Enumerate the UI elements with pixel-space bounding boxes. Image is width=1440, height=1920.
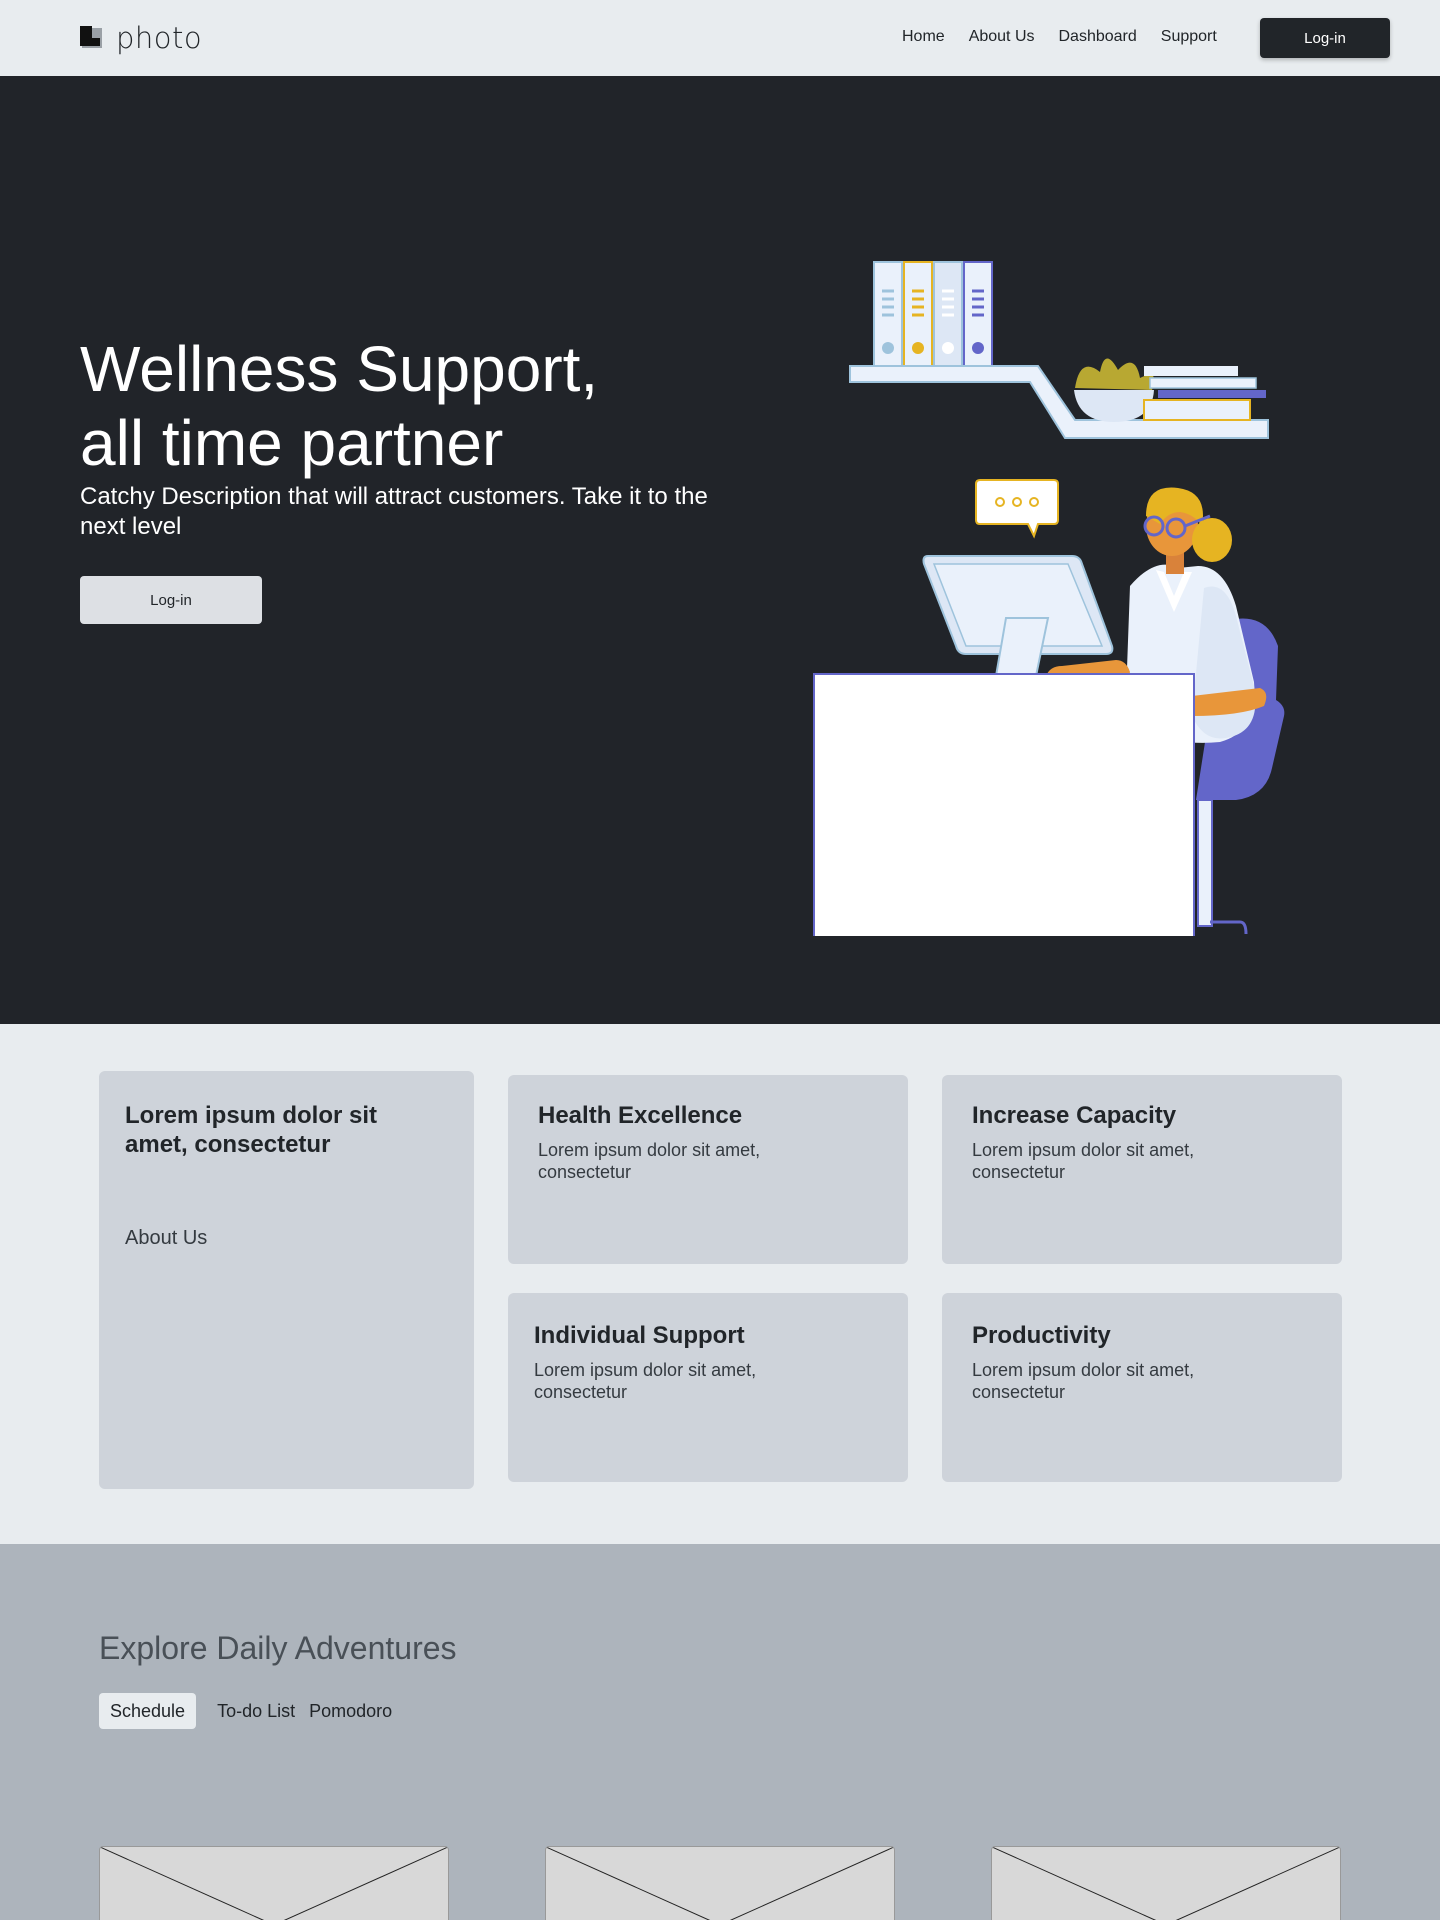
- nav-link-home[interactable]: Home: [902, 28, 945, 46]
- feature-card-text: Lorem ipsum dolor sit amet, consectetur: [972, 1360, 1195, 1402]
- nav-login-button[interactable]: Log-in: [1260, 18, 1390, 58]
- feature-card-text: Lorem ipsum dolor sit amet, consectetur: [534, 1360, 757, 1402]
- hero-description: Catchy Description that will attract cus…: [80, 483, 708, 540]
- image-placeholder: [99, 1846, 449, 1920]
- top-nav: photo Home About Us Dashboard Support Lo…: [0, 0, 1440, 76]
- hero-title-line1: Wellness Support,: [80, 333, 599, 405]
- intro-card-title: Lorem ipsum dolor sit amet, consectetur: [125, 1102, 378, 1158]
- hero-title: Wellness Support, all time partner: [80, 332, 700, 480]
- image-placeholder: [991, 1846, 1341, 1920]
- feature-card-productivity[interactable]: Productivity Lorem ipsum dolor sit amet,…: [942, 1293, 1342, 1482]
- tab-to-do-list[interactable]: To-do List: [210, 1693, 302, 1729]
- binders-icon: [873, 261, 993, 367]
- hero-login-button[interactable]: Log-in: [80, 576, 262, 624]
- tab-schedule[interactable]: Schedule: [99, 1693, 197, 1729]
- tab-pomodoro[interactable]: Pomodoro: [302, 1693, 399, 1729]
- feature-card-text: Lorem ipsum dolor sit amet, consectetur: [972, 1140, 1195, 1182]
- explore-section: Explore Daily Adventures Schedule To-do …: [0, 1544, 1440, 1920]
- feature-card-title: Increase Capacity: [972, 1102, 1177, 1129]
- desk-icon: [813, 673, 1195, 936]
- explore-title: Explore Daily Adventures: [99, 1630, 457, 1666]
- feature-card-increase-capacity[interactable]: Increase Capacity Lorem ipsum dolor sit …: [942, 1075, 1342, 1264]
- nav-link-support[interactable]: Support: [1161, 28, 1217, 46]
- explore-tabs: Schedule To-do List Pomodoro: [99, 1693, 399, 1729]
- nav-links: Home About Us Dashboard Support: [902, 28, 1241, 46]
- nav-link-about-us[interactable]: About Us: [969, 28, 1035, 46]
- feature-card-health-excellence[interactable]: Health Excellence Lorem ipsum dolor sit …: [508, 1075, 908, 1264]
- hero-section: Wellness Support, all time partner Catch…: [0, 76, 1440, 1024]
- plant-icon: [1074, 358, 1155, 422]
- logo-text: photo: [116, 21, 203, 55]
- features-section: Lorem ipsum dolor sit amet, consectetur …: [0, 1024, 1440, 1544]
- logo-icon: [80, 26, 104, 50]
- hero-illustration: [813, 261, 1285, 936]
- feature-card-individual-support[interactable]: Individual Support Lorem ipsum dolor sit…: [508, 1293, 908, 1482]
- hero-title-line2: all time partner: [80, 407, 504, 479]
- feature-card-title: Individual Support: [534, 1322, 745, 1349]
- logo[interactable]: photo: [80, 21, 203, 55]
- about-us-link[interactable]: About Us: [125, 1227, 207, 1250]
- feature-card-text: Lorem ipsum dolor sit amet, consectetur: [538, 1140, 761, 1182]
- feature-card-title: Productivity: [972, 1322, 1111, 1349]
- feature-card-title: Health Excellence: [538, 1102, 743, 1129]
- monitor-icon: [922, 555, 1114, 677]
- speech-bubble-icon: [975, 479, 1059, 539]
- intro-card: Lorem ipsum dolor sit amet, consectetur …: [99, 1071, 474, 1489]
- image-placeholder: [545, 1846, 895, 1920]
- books-icon: [1143, 366, 1266, 421]
- nav-link-dashboard[interactable]: Dashboard: [1059, 28, 1137, 46]
